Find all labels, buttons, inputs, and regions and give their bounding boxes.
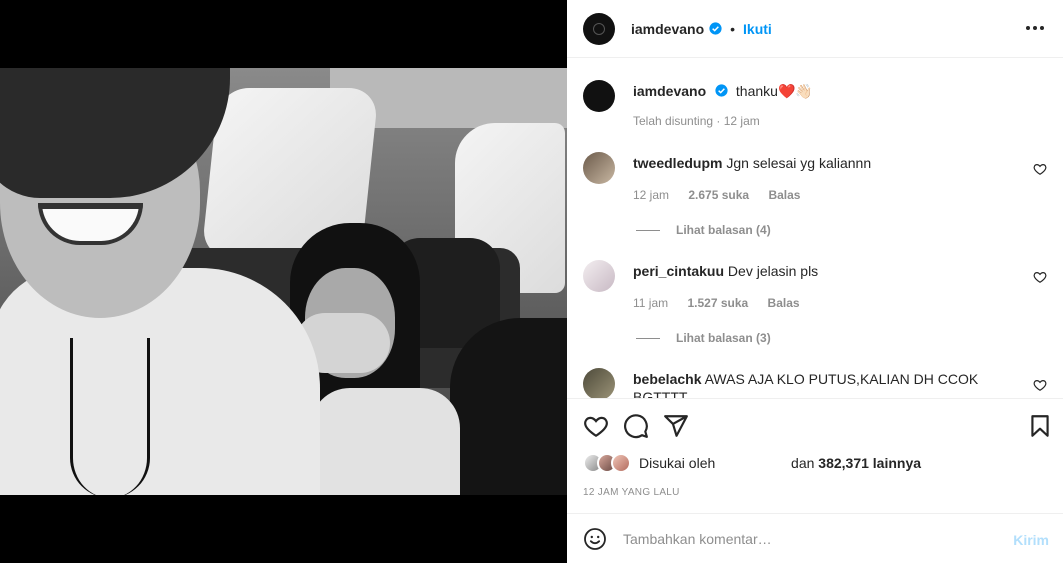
author-avatar[interactable] [583, 12, 615, 45]
photo-person-middle-shirt [310, 388, 460, 495]
post-media[interactable] [0, 0, 567, 563]
comment-icon[interactable] [623, 413, 649, 439]
likes-text: Disukai oleh dan 382,371 lainnya [639, 455, 921, 471]
comment-time: 11 jam [633, 296, 669, 310]
comment-item: peri_cintakuu Dev jelasin pls 11 jam 1.5… [583, 260, 1047, 350]
heart-icon[interactable] [583, 413, 609, 439]
likes-prefix: Disukai oleh [639, 455, 716, 471]
post-timestamp[interactable]: 12 JAM YANG LALU [583, 487, 680, 498]
post-side-panel: iamdevano • Ikuti iamdevano thanku❤️👋🏻 T… [567, 0, 1063, 563]
comment-text: Jgn selesai yg kaliannn [726, 155, 872, 171]
view-replies-button[interactable]: Lihat balasan (4) [636, 223, 771, 237]
comment-meta: 12 jam 2.675 suka Balas [633, 188, 816, 202]
comment-body: peri_cintakuu Dev jelasin pls [633, 262, 1033, 280]
comment-item: tweedledupm Jgn selesai yg kaliannn 12 j… [583, 152, 1047, 242]
comment-body: bebelachk AWAS AJA KLO PUTUS,KALIAN DH C… [633, 370, 1033, 398]
photo-lanyard [70, 338, 150, 495]
caption-row: iamdevano thanku❤️👋🏻 Telah disunting · 1… [583, 80, 1047, 136]
verified-badge-icon [709, 22, 722, 35]
comment-avatar[interactable] [583, 152, 615, 184]
comment-like-heart-icon[interactable] [1033, 270, 1047, 284]
post-header: iamdevano • Ikuti [567, 0, 1063, 58]
post-photo[interactable] [0, 68, 567, 495]
bookmark-icon[interactable] [1027, 413, 1053, 439]
comment-reply-button[interactable]: Balas [768, 188, 800, 202]
comment-composer: Kirim [567, 513, 1063, 563]
share-icon[interactable] [663, 413, 689, 439]
view-replies-label: Lihat balasan (4) [676, 223, 771, 237]
comments-list[interactable]: iamdevano thanku❤️👋🏻 Telah disunting · 1… [567, 58, 1063, 398]
view-replies-line [636, 337, 660, 339]
comment-input[interactable] [623, 530, 993, 547]
post-comment-button[interactable]: Kirim [1013, 532, 1049, 548]
comment-reply-button[interactable]: Balas [768, 296, 800, 310]
caption-username[interactable]: iamdevano [633, 83, 706, 99]
likes-summary: Disukai oleh dan 382,371 lainnya [583, 453, 921, 473]
photo-person-left-shirt [0, 268, 320, 495]
post-actions: Disukai oleh dan 382,371 lainnya 12 JAM … [567, 398, 1063, 513]
view-replies-line [636, 229, 660, 231]
verified-badge-icon [715, 84, 728, 97]
comment-like-heart-icon[interactable] [1033, 378, 1047, 392]
comment-like-heart-icon[interactable] [1033, 162, 1047, 176]
comment-likes[interactable]: 2.675 suka [688, 188, 749, 202]
caption-meta: Telah disunting · 12 jam [633, 114, 760, 128]
comment-username[interactable]: peri_cintakuu [633, 263, 724, 279]
caption-body: iamdevano thanku❤️👋🏻 [633, 82, 1033, 100]
comment-avatar[interactable] [583, 368, 615, 398]
comment-item: bebelachk AWAS AJA KLO PUTUS,KALIAN DH C… [583, 368, 1047, 398]
view-replies-button[interactable]: Lihat balasan (3) [636, 331, 771, 345]
photo-person-right [450, 318, 567, 495]
comment-username[interactable]: tweedledupm [633, 155, 722, 171]
view-replies-label: Lihat balasan (3) [676, 331, 771, 345]
comment-body: tweedledupm Jgn selesai yg kaliannn [633, 154, 1033, 172]
follow-button[interactable]: Ikuti [743, 21, 772, 37]
more-icon [1026, 26, 1044, 30]
caption-text: thanku❤️👋🏻 [735, 83, 813, 99]
likes-count[interactable]: 382,371 lainnya [818, 455, 921, 471]
comment-meta: 11 jam 1.527 suka Balas [633, 296, 816, 310]
comment-username[interactable]: bebelachk [633, 371, 701, 387]
likes-middle: dan [791, 455, 815, 471]
comment-likes[interactable]: 1.527 suka [687, 296, 748, 310]
comment-text: Dev jelasin pls [727, 263, 819, 279]
emoji-icon[interactable] [583, 527, 607, 551]
more-options-button[interactable] [1023, 18, 1047, 38]
caption-avatar[interactable] [583, 80, 615, 112]
comment-time: 12 jam [633, 188, 670, 202]
header-separator: • [730, 20, 736, 37]
author-username[interactable]: iamdevano [631, 21, 704, 37]
comment-avatar[interactable] [583, 260, 615, 292]
liker-avatar[interactable] [611, 453, 631, 473]
